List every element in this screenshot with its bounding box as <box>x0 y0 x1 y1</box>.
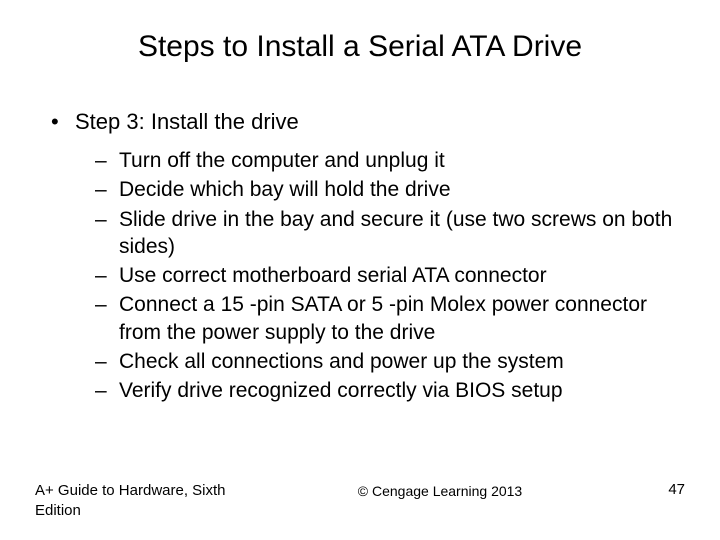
dash-mark: – <box>95 176 119 203</box>
slide-footer: A+ Guide to Hardware, Sixth Edition © Ce… <box>0 481 720 520</box>
bullet-text: Connect a 15 -pin SATA or 5 -pin Molex p… <box>119 291 675 346</box>
dash-mark: – <box>95 147 119 174</box>
dash-mark: – <box>95 291 119 346</box>
bullet-text: Decide which bay will hold the drive <box>119 176 451 203</box>
slide-content: • Step 3: Install the drive – Turn off t… <box>0 64 720 405</box>
footer-copyright: © Cengage Learning 2013 <box>255 481 625 499</box>
bullet-level2: – Turn off the computer and unplug it <box>45 147 675 174</box>
bullet-text: Step 3: Install the drive <box>75 109 299 135</box>
bullet-level2: – Connect a 15 -pin SATA or 5 -pin Molex… <box>45 291 675 346</box>
bullet-level2: – Slide drive in the bay and secure it (… <box>45 206 675 261</box>
dash-mark: – <box>95 206 119 261</box>
bullet-level2: – Check all connections and power up the… <box>45 348 675 375</box>
bullet-text: Verify drive recognized correctly via BI… <box>119 377 563 404</box>
footer-book-title: A+ Guide to Hardware, Sixth Edition <box>35 481 255 520</box>
bullet-level2: – Verify drive recognized correctly via … <box>45 377 675 404</box>
bullet-level1: • Step 3: Install the drive <box>45 109 675 135</box>
slide-title: Steps to Install a Serial ATA Drive <box>0 0 720 64</box>
bullet-level2: – Use correct motherboard serial ATA con… <box>45 262 675 289</box>
footer-page-number: 47 <box>625 481 685 498</box>
bullet-text: Turn off the computer and unplug it <box>119 147 445 174</box>
dash-mark: – <box>95 262 119 289</box>
bullet-mark: • <box>45 109 75 135</box>
bullet-text: Use correct motherboard serial ATA conne… <box>119 262 547 289</box>
dash-mark: – <box>95 377 119 404</box>
bullet-text: Slide drive in the bay and secure it (us… <box>119 206 675 261</box>
dash-mark: – <box>95 348 119 375</box>
bullet-text: Check all connections and power up the s… <box>119 348 564 375</box>
bullet-level2: – Decide which bay will hold the drive <box>45 176 675 203</box>
